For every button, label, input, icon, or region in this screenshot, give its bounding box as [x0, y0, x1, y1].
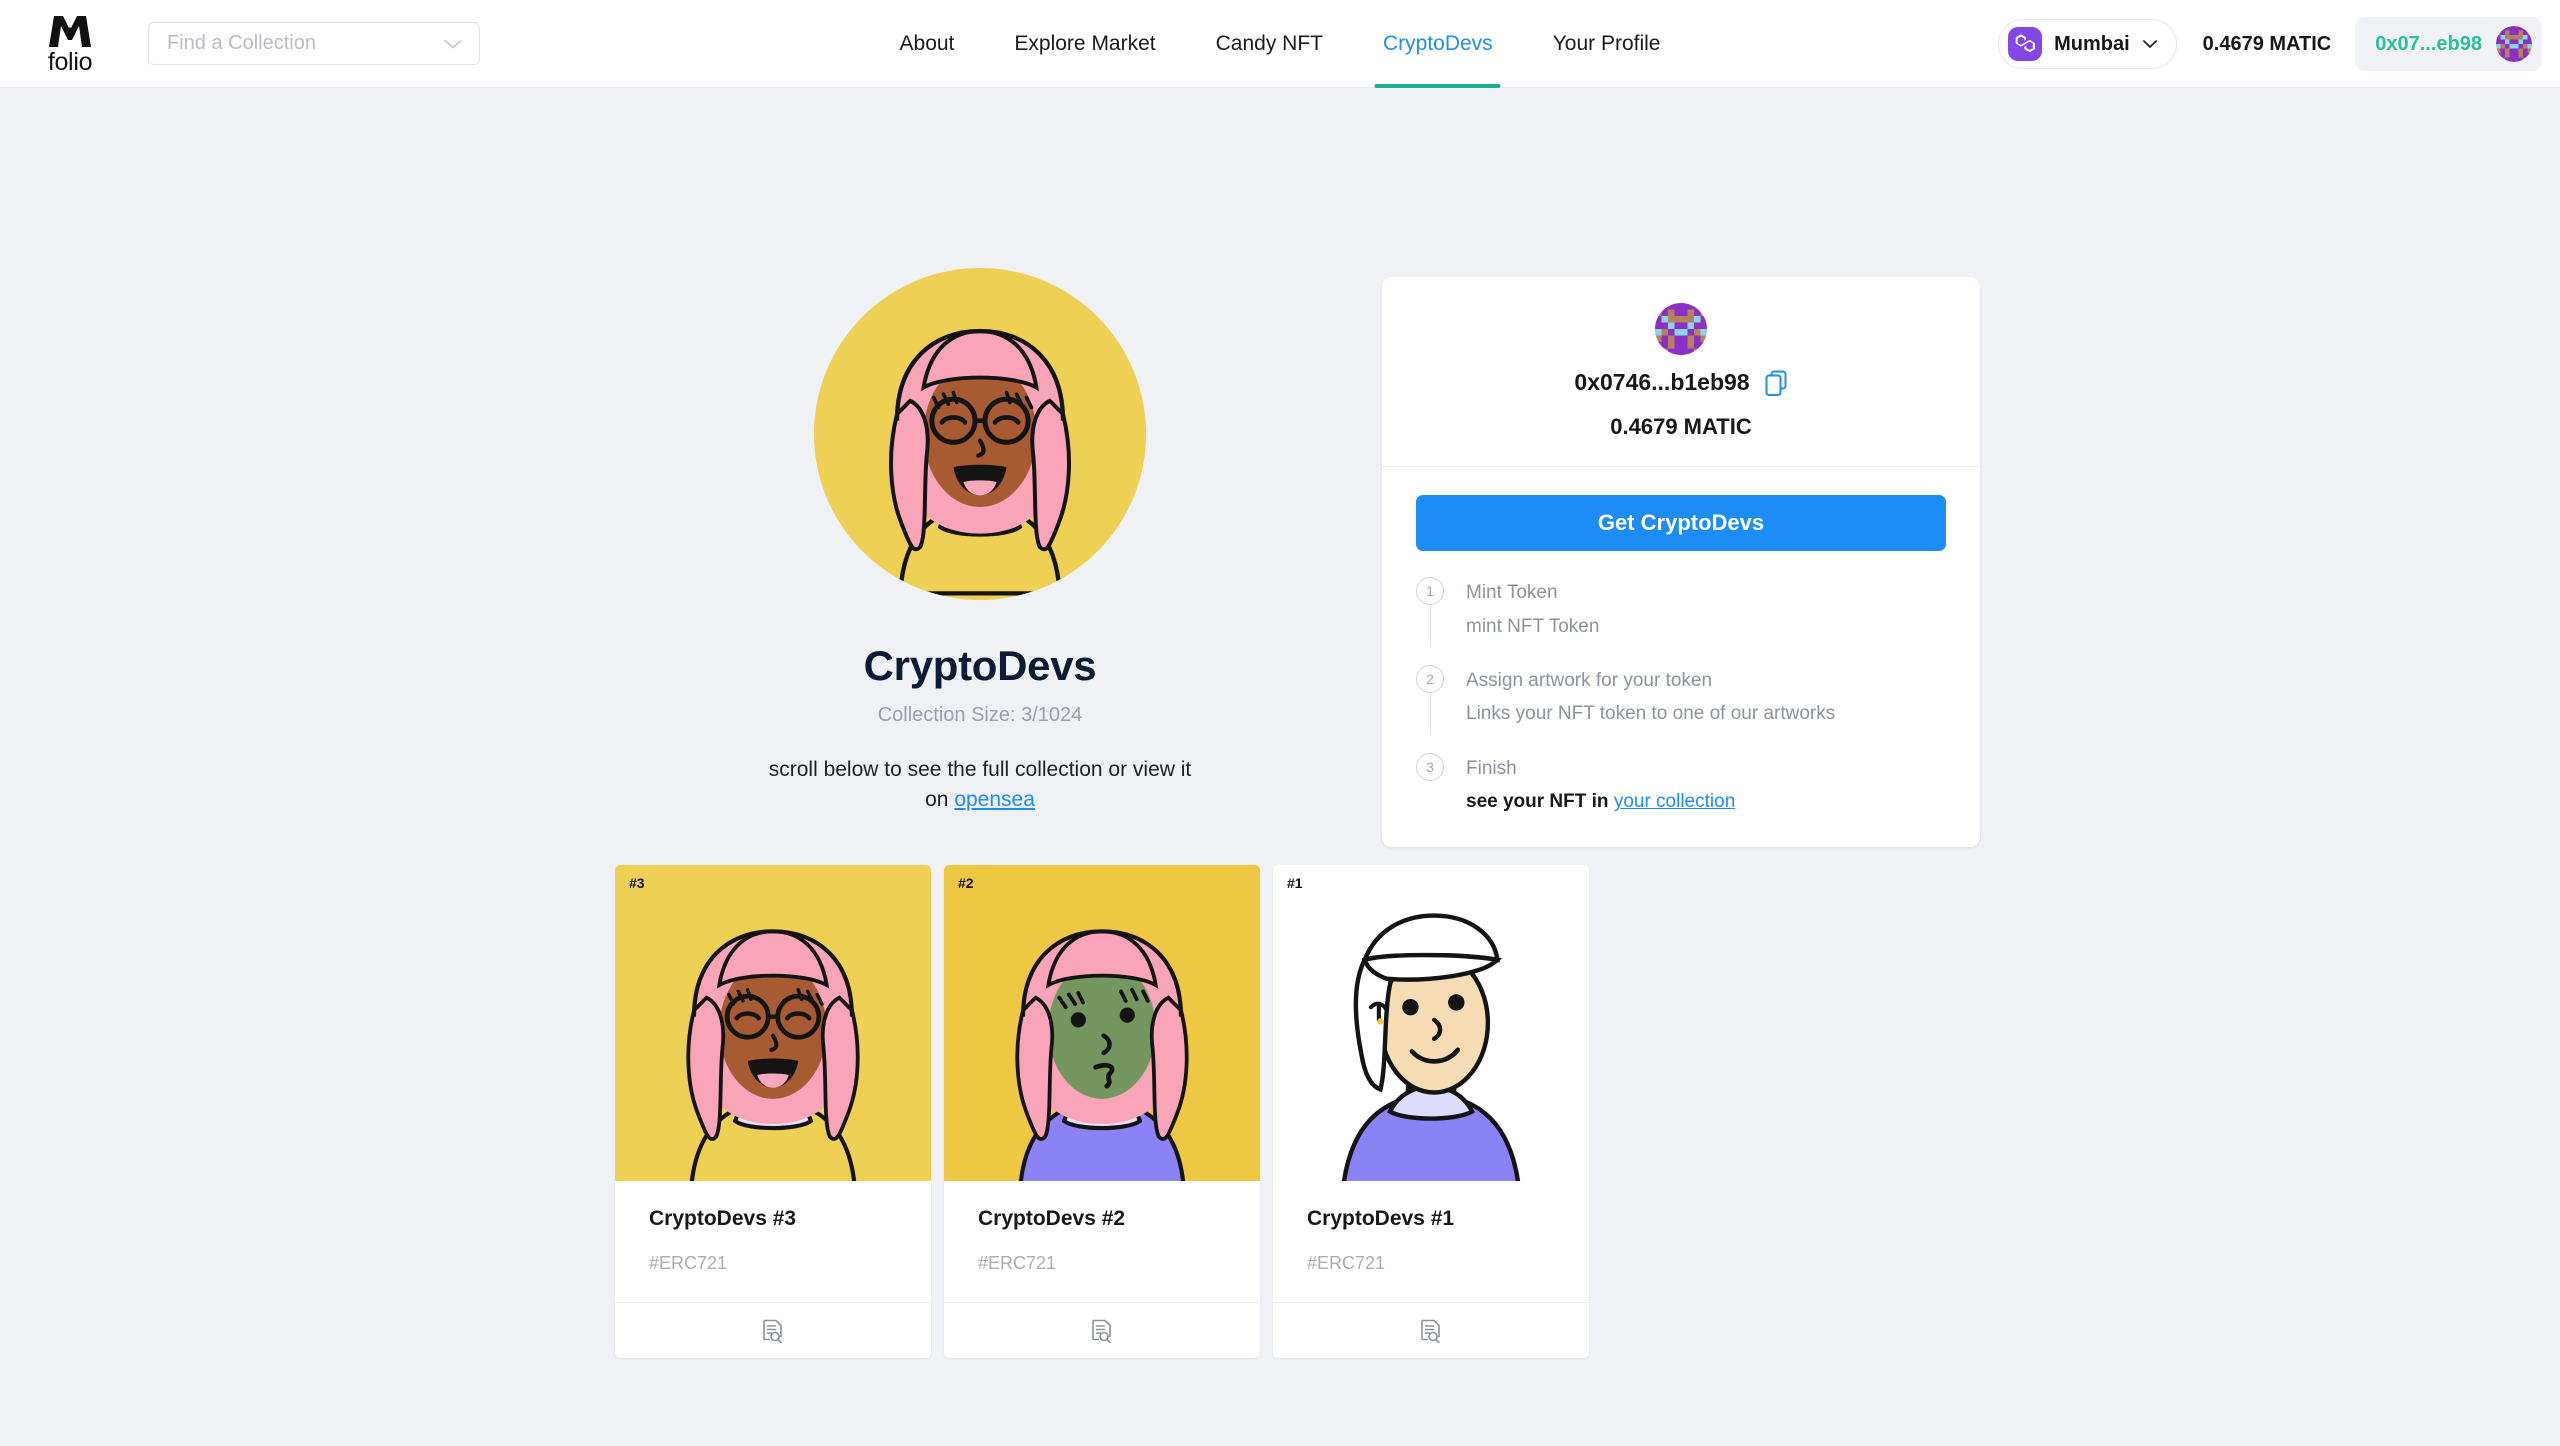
mint-section: Get CryptoDevs 1 Mint Token mint NFT Tok…	[1382, 467, 1980, 847]
step-number: 1	[1416, 577, 1444, 605]
step-description-text: see your NFT in	[1466, 791, 1614, 813]
step-title: Mint Token	[1466, 582, 1558, 603]
get-cryptodevs-button[interactable]: Get CryptoDevs	[1416, 495, 1946, 551]
account-chip[interactable]: 0x07...eb98	[2355, 17, 2542, 71]
app-header: folio Find a Collection About Explore Ma…	[0, 0, 2560, 88]
step-rail: 1	[1416, 577, 1444, 647]
wallet-summary: 0x0746...b1eb98 0.4679 MATIC	[1382, 277, 1980, 467]
nft-title: CryptoDevs #3	[649, 1207, 797, 1230]
nft-card-meta: CryptoDevs #2 #ERC721	[944, 1181, 1260, 1302]
collection-search-placeholder: Find a Collection	[167, 32, 316, 54]
nft-token-badge: #2	[958, 875, 974, 891]
nft-card-footer[interactable]	[615, 1302, 931, 1358]
nft-artwork: #2	[944, 865, 1260, 1181]
mint-steps: 1 Mint Token mint NFT Token 2 Assign art…	[1416, 577, 1946, 817]
mint-step-2: 2 Assign artwork for your token Links yo…	[1416, 664, 1946, 753]
network-selector[interactable]: Mumbai	[1998, 19, 2177, 69]
nft-card-footer[interactable]	[944, 1302, 1260, 1358]
file-search-icon[interactable]	[762, 1319, 784, 1343]
nft-card[interactable]: #2 CryptoDevs #2 #ERC721	[944, 865, 1260, 1358]
collection-size: Collection Size: 3/1024	[877, 704, 1083, 726]
polygon-logo-icon	[2008, 27, 2043, 61]
step-rail: 2	[1416, 664, 1444, 735]
nav-label: Candy NFT	[1215, 32, 1323, 55]
nft-token-badge: #1	[1287, 875, 1303, 891]
nft-card-meta: CryptoDevs #3 #ERC721	[615, 1181, 931, 1302]
nft-standard: #ERC721	[1307, 1253, 1386, 1273]
step-title: Assign artwork for your token	[1466, 669, 1713, 691]
cryptodev-avatar-white-hair	[1273, 865, 1589, 1181]
step-text: Mint Token mint NFT Token	[1466, 577, 1599, 641]
step-title: Finish	[1466, 757, 1517, 779]
nav-item-explore-market[interactable]: Explore Market	[984, 0, 1185, 88]
nav-label: About	[899, 32, 955, 55]
collection-note: scroll below to see the full collection …	[765, 755, 1195, 816]
wallet-panel-balance: 0.4679 MATIC	[1610, 414, 1752, 439]
brand-logo[interactable]: folio	[22, 13, 118, 75]
nft-card[interactable]: #3 CryptoDevs #3 #ERC721	[615, 865, 931, 1358]
nav-item-candy-nft[interactable]: Candy NFT	[1186, 0, 1353, 88]
collection-hero: CryptoDevs Collection Size: 3/1024 scrol…	[620, 268, 1340, 816]
nft-card[interactable]: #1 CryptoDevs #1 #ERC721	[1273, 865, 1589, 1358]
nav-item-your-profile[interactable]: Your Profile	[1523, 0, 1691, 88]
wallet-mint-panel: 0x0746...b1eb98 0.4679 MATIC Get CryptoD…	[1382, 277, 1980, 847]
step-text: Assign artwork for your token Links your…	[1466, 665, 1835, 729]
mint-step-3: 3 Finish see your NFT in your collection	[1416, 752, 1946, 817]
wallet-address-row: 0x0746...b1eb98	[1574, 369, 1787, 396]
nav-item-cryptodevs[interactable]: CryptoDevs	[1353, 0, 1523, 88]
step-description: mint NFT Token	[1466, 615, 1600, 637]
step-description: Links your NFT token to one of our artwo…	[1466, 703, 1836, 725]
wallet-balance: 0.4679 MATIC	[2202, 32, 2332, 55]
mint-step-1: 1 Mint Token mint NFT Token	[1416, 577, 1946, 665]
nav-label: Your Profile	[1552, 32, 1661, 55]
opensea-link[interactable]: opensea	[954, 788, 1035, 811]
step-connector	[1429, 605, 1431, 647]
nft-title: CryptoDevs #2	[978, 1207, 1126, 1230]
step-rail: 3	[1416, 752, 1444, 817]
cryptodev-avatar-pink-hair-brown-skin	[615, 865, 931, 1181]
chevron-down-icon	[444, 39, 462, 49]
nft-token-badge: #3	[629, 875, 645, 891]
page-title: CryptoDevs	[863, 642, 1097, 689]
step-connector	[1429, 692, 1431, 735]
nft-title: CryptoDevs #1	[1307, 1207, 1455, 1230]
nft-card-footer[interactable]	[1273, 1302, 1589, 1358]
cryptodev-avatar-pink-hair-green-skin	[944, 865, 1260, 1181]
main-nav: About Explore Market Candy NFT CryptoDev…	[870, 0, 1691, 88]
wallet-address: 0x0746...b1eb98	[1574, 369, 1750, 395]
nav-label: CryptoDevs	[1382, 32, 1493, 55]
network-name: Mumbai	[2054, 32, 2130, 55]
file-search-icon[interactable]	[1420, 1319, 1442, 1343]
step-text: Finish see your NFT in your collection	[1466, 753, 1735, 817]
nft-artwork: #1	[1273, 865, 1589, 1181]
account-address: 0x07...eb98	[2375, 32, 2482, 55]
step-description: see your NFT in your collection	[1466, 787, 1735, 816]
identicon-avatar	[2496, 26, 2532, 62]
header-right-cluster: Mumbai 0.4679 MATIC 0x07...eb98	[1998, 0, 2542, 88]
m-folio-logo-icon	[49, 15, 91, 47]
nav-label: Explore Market	[1014, 32, 1156, 55]
nft-standard: #ERC721	[978, 1253, 1057, 1273]
cryptodev-avatar-pink-hair	[814, 268, 1146, 600]
identicon-avatar	[1655, 303, 1707, 355]
nft-standard: #ERC721	[649, 1253, 728, 1273]
collection-search-select[interactable]: Find a Collection	[148, 22, 480, 65]
nft-card-meta: CryptoDevs #1 #ERC721	[1273, 1181, 1589, 1302]
nav-item-about[interactable]: About	[870, 0, 985, 88]
nft-card-grid: #3 CryptoDevs #3 #ERC721 #2 CryptoDevs #…	[615, 865, 1589, 1358]
step-number: 3	[1416, 752, 1444, 781]
copy-icon[interactable]	[1764, 370, 1788, 396]
file-search-icon[interactable]	[1091, 1319, 1113, 1343]
your-collection-link[interactable]: your collection	[1614, 791, 1735, 812]
chevron-down-icon	[2142, 40, 2157, 49]
step-number: 2	[1416, 664, 1444, 693]
brand-wordmark: folio	[47, 47, 93, 76]
nft-artwork: #3	[615, 865, 931, 1181]
